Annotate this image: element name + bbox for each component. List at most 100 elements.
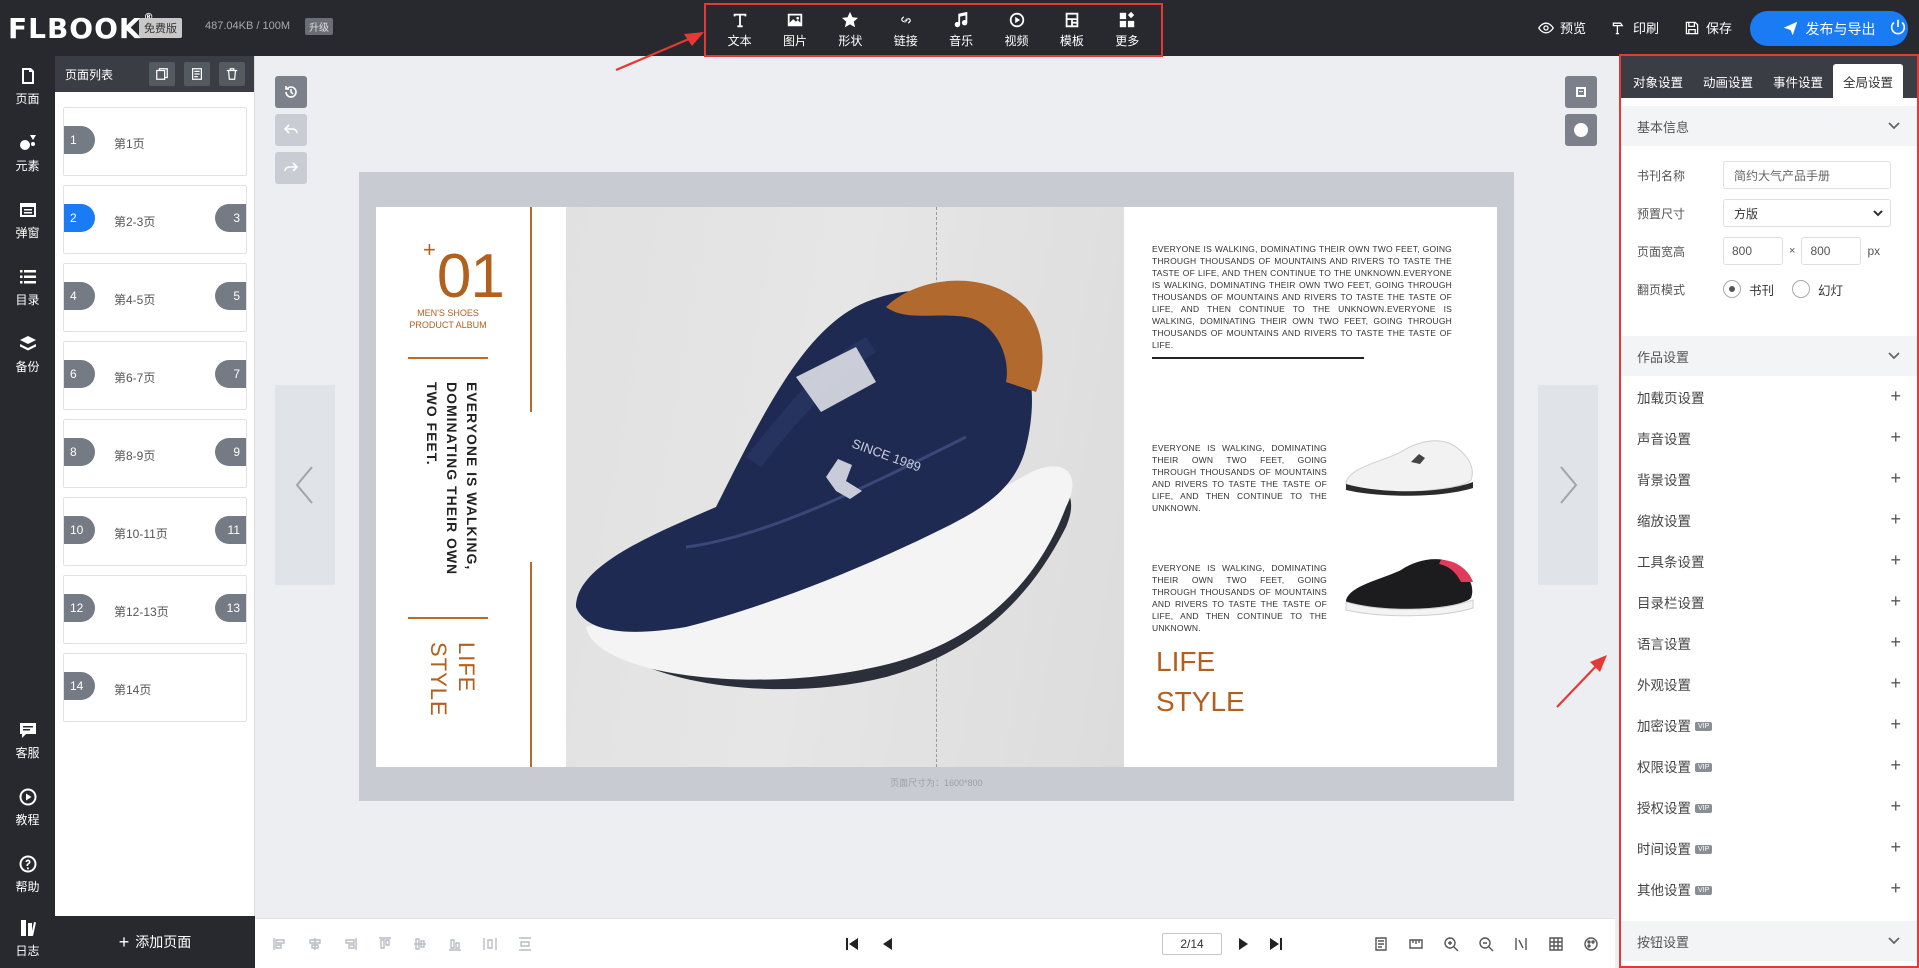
paragraph-white-shoe[interactable]: EVERYONE IS WALKING, DOMINATING THEIR OW… (1152, 442, 1327, 514)
page-width-input[interactable]: 800 (1723, 237, 1783, 265)
play-preview-button[interactable] (1565, 114, 1597, 146)
tab-animation-settings[interactable]: 动画设置 (1693, 64, 1763, 98)
setting-time[interactable]: 时间设置 VIP + (1621, 827, 1917, 868)
page-height-input[interactable]: 800 (1801, 237, 1862, 265)
align-left-button[interactable] (272, 936, 288, 952)
tool-text[interactable]: 文本 (714, 7, 766, 53)
lifestyle-heading[interactable]: LIFE STYLE (1156, 642, 1245, 722)
nav-help[interactable]: 帮助 (0, 844, 55, 904)
distribute-vertical-button[interactable] (517, 936, 533, 952)
paste-page-button[interactable] (184, 62, 210, 86)
setting-background[interactable]: 背景设置 + (1621, 458, 1917, 499)
white-sneaker-image[interactable] (1341, 432, 1481, 502)
align-top-button[interactable] (377, 936, 393, 952)
setting-permission[interactable]: 权限设置 VIP + (1621, 745, 1917, 786)
distribute-horizontal-button[interactable] (482, 936, 498, 952)
section-work-settings[interactable]: 作品设置 (1621, 336, 1917, 376)
tab-object-settings[interactable]: 对象设置 (1623, 64, 1693, 98)
setting-language[interactable]: 语言设置 + (1621, 622, 1917, 663)
power-icon[interactable] (1889, 18, 1907, 36)
publish-export-button[interactable]: 发布与导出 (1750, 11, 1908, 46)
last-page-button[interactable] (1267, 935, 1285, 953)
history-button[interactable] (275, 76, 307, 108)
tool-link[interactable]: 链接 (880, 7, 932, 53)
zoom-in-button[interactable] (1443, 936, 1459, 952)
notes-button[interactable] (1373, 936, 1389, 952)
prev-page-button[interactable] (879, 935, 897, 953)
setting-catalog-bar[interactable]: 目录栏设置 + (1621, 581, 1917, 622)
page-thumbnail[interactable]: 6 第6-7页 7 (63, 341, 247, 410)
page-thumbnail[interactable]: 2 第2-3页 3 (63, 185, 247, 254)
setting-zoom[interactable]: 缩放设置 + (1621, 499, 1917, 540)
shoe-photo[interactable]: SINCE 1989 (566, 207, 1124, 767)
first-page-button[interactable] (843, 935, 861, 953)
book-name-input[interactable]: 简约大气产品手册 (1723, 161, 1891, 189)
page-thumbnail[interactable]: 4 第4-5页 5 (63, 263, 247, 332)
setting-sound[interactable]: 声音设置 + (1621, 417, 1917, 458)
vertical-lifestyle[interactable]: LIFE STYLE (424, 642, 480, 722)
setting-authorization[interactable]: 授权设置 VIP + (1621, 786, 1917, 827)
nav-page[interactable]: 页面 (0, 56, 55, 116)
align-center-button[interactable] (307, 936, 323, 952)
page-thumbnail[interactable]: 1 第1页 (63, 107, 247, 176)
nav-elements[interactable]: 元素 (0, 123, 55, 183)
section-button-settings[interactable]: 按钮设置 (1621, 921, 1917, 961)
add-layer-button[interactable] (1565, 76, 1597, 108)
preview-button[interactable]: 预览 (1538, 18, 1586, 37)
tab-global-settings[interactable]: 全局设置 (1833, 64, 1903, 98)
align-bottom-button[interactable] (447, 936, 463, 952)
tab-event-settings[interactable]: 事件设置 (1763, 64, 1833, 98)
page-number-input[interactable]: 2/14 (1162, 933, 1222, 955)
nav-log[interactable]: 日志 (0, 908, 55, 968)
tool-music[interactable]: 音乐 (935, 7, 987, 53)
page-thumbnail[interactable]: 8 第8-9页 9 (63, 419, 247, 488)
undo-button[interactable] (275, 114, 307, 146)
page-thumbnail[interactable]: 10 第10-11页 11 (63, 497, 247, 566)
zoom-out-button[interactable] (1478, 936, 1494, 952)
nav-customer-service[interactable]: 客服 (0, 710, 55, 770)
flip-mode-book-radio[interactable]: 书刊 (1723, 280, 1774, 299)
align-middle-button[interactable] (412, 936, 428, 952)
add-page-button[interactable]: + 添加页面 (55, 916, 255, 968)
duplicate-page-button[interactable] (149, 62, 175, 86)
theme-button[interactable] (1583, 936, 1599, 952)
tool-template[interactable]: 模板 (1046, 7, 1098, 53)
tool-shape[interactable]: 形状 (824, 7, 876, 53)
upgrade-badge[interactable]: 升级 (305, 18, 333, 35)
save-button[interactable]: 保存 (1684, 18, 1732, 37)
black-sneaker-image[interactable] (1341, 552, 1481, 622)
setting-toolbar[interactable]: 工具条设置 + (1621, 540, 1917, 581)
paragraph-black-shoe[interactable]: EVERYONE IS WALKING, DOMINATING THEIR OW… (1152, 562, 1327, 634)
next-page-arrow[interactable] (1538, 385, 1598, 585)
next-page-button[interactable] (1234, 935, 1252, 953)
flip-mode-slide-radio[interactable]: 幻灯 (1792, 280, 1843, 299)
flbook-logo[interactable]: FLBOOK® (8, 12, 155, 45)
ruler-button[interactable] (1408, 936, 1424, 952)
nav-tutorial[interactable]: 教程 (0, 777, 55, 837)
setting-encryption[interactable]: 加密设置 VIP + (1621, 704, 1917, 745)
delete-page-button[interactable] (219, 62, 245, 86)
tool-more[interactable]: 更多 (1101, 7, 1153, 53)
nav-backup[interactable]: 备份 (0, 324, 55, 384)
page-thumbnail[interactable]: 12 第12-13页 13 (63, 575, 247, 644)
guides-button[interactable] (1513, 936, 1529, 952)
paragraph-intro[interactable]: EVERYONE IS WALKING, DOMINATING THEIR OW… (1152, 243, 1452, 351)
section-number[interactable]: +01 (423, 237, 505, 312)
tool-video[interactable]: 视频 (991, 7, 1043, 53)
album-subtitle[interactable]: MEN'S SHOES PRODUCT ALBUM (400, 307, 496, 331)
print-button[interactable]: 印刷 (1611, 18, 1659, 37)
setting-loading-page[interactable]: 加载页设置 + (1621, 376, 1917, 417)
nav-catalog[interactable]: 目录 (0, 257, 55, 317)
setting-appearance[interactable]: 外观设置 + (1621, 663, 1917, 704)
redo-button[interactable] (275, 152, 307, 184)
nav-popup[interactable]: 弹窗 (0, 190, 55, 250)
prev-page-arrow[interactable] (275, 385, 335, 585)
align-right-button[interactable] (342, 936, 358, 952)
preset-size-select[interactable]: 方版 (1723, 199, 1891, 227)
section-basic-info[interactable]: 基本信息 (1621, 106, 1917, 146)
grid-button[interactable] (1548, 936, 1564, 952)
book-spread[interactable]: +01 MEN'S SHOES PRODUCT ALBUM EVERYONE IS… (376, 207, 1497, 767)
setting-other[interactable]: 其他设置 VIP + (1621, 868, 1917, 909)
page-thumbnail[interactable]: 14 第14页 (63, 653, 247, 722)
tool-image[interactable]: 图片 (769, 7, 821, 53)
